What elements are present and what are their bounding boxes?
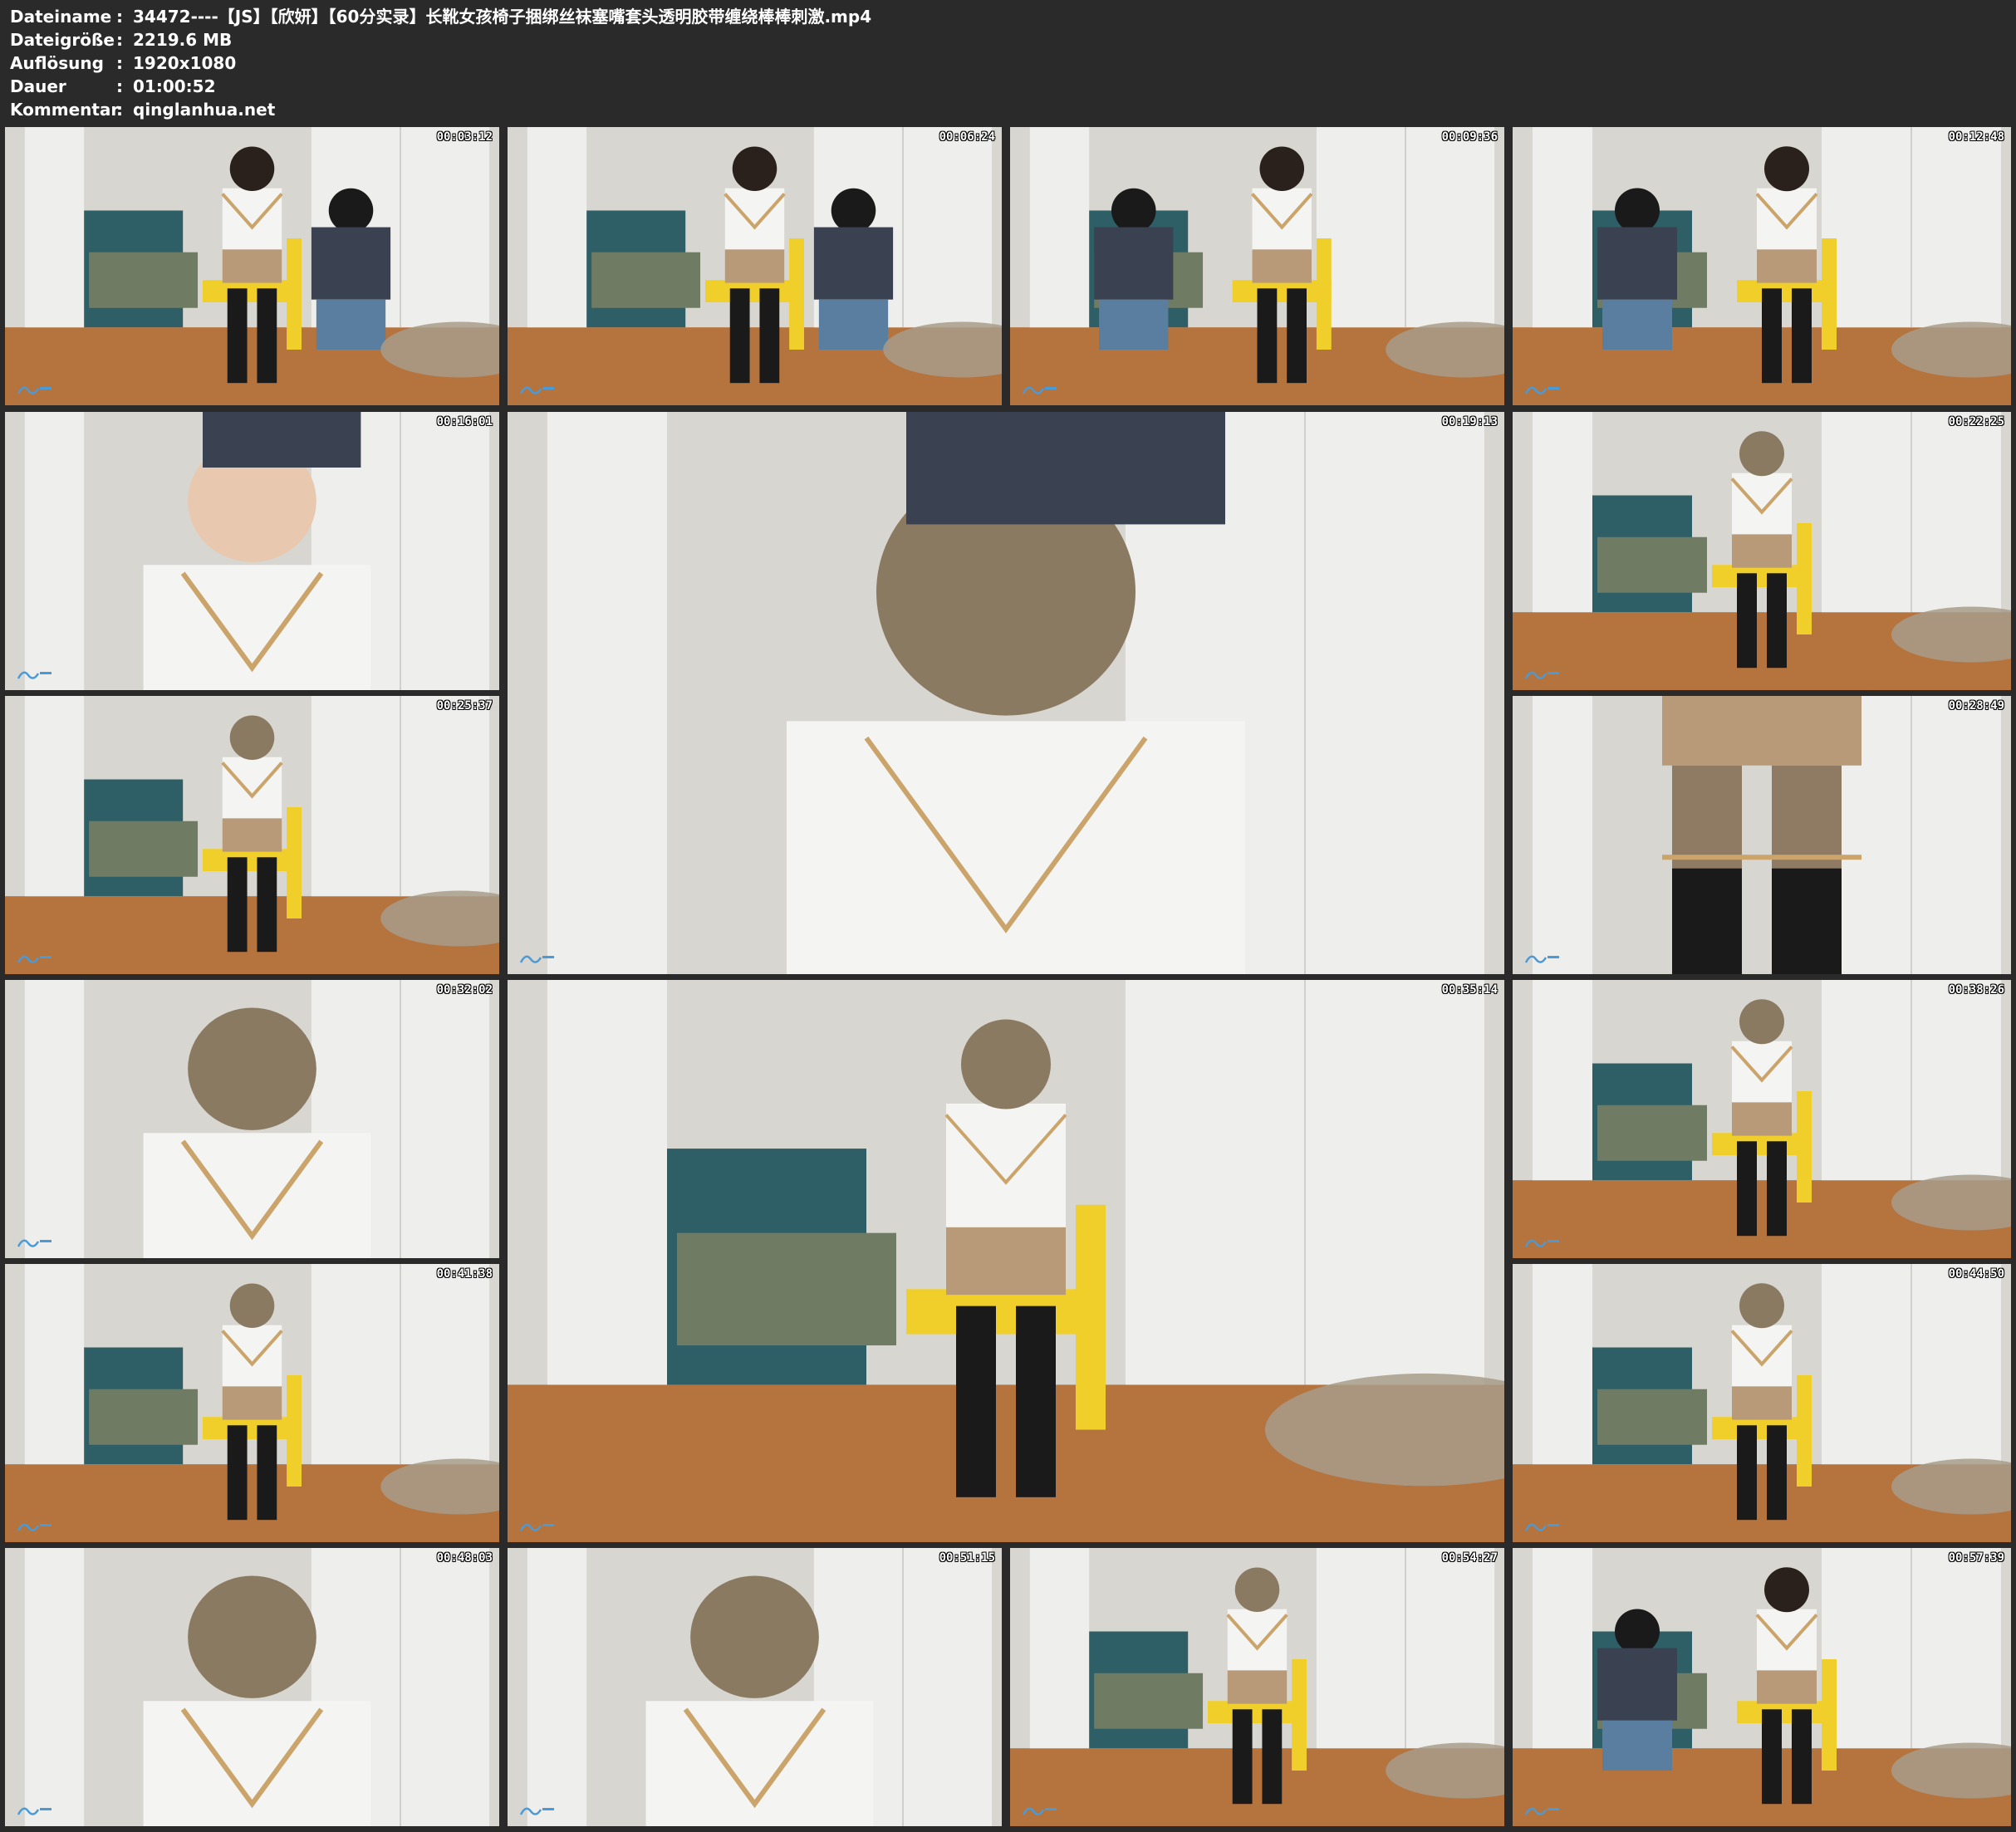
thumbnail-timestamp: 00:19:13 (1441, 415, 1498, 429)
thumbnail-frame-image (1513, 127, 2011, 405)
video-thumbnail[interactable]: 00:51:15 (508, 1548, 1002, 1826)
thumbnail-timestamp: 00:54:27 (1441, 1551, 1498, 1565)
watermark-logo-icon (1524, 1519, 1561, 1534)
watermark-logo-icon (1524, 1235, 1561, 1250)
video-thumbnail[interactable]: 00:03:12 (5, 127, 499, 405)
watermark-logo-icon (17, 951, 53, 966)
thumbnail-frame-image (5, 1264, 499, 1542)
thumbnail-frame-image (508, 412, 1504, 974)
watermark-logo-icon (17, 382, 53, 397)
watermark-logo-icon (519, 382, 556, 397)
thumbnail-timestamp: 00:51:15 (939, 1551, 995, 1565)
video-thumbnail[interactable]: 00:19:13 (508, 412, 1504, 974)
watermark-logo-icon (1022, 1803, 1058, 1818)
thumbnail-frame-image (1513, 696, 2011, 974)
watermark-logo-icon (17, 1235, 53, 1250)
watermark-logo-icon (17, 667, 53, 682)
thumbnail-frame-image (508, 980, 1504, 1542)
video-thumbnail[interactable]: 00:35:14 (508, 980, 1504, 1542)
thumbnail-frame-image (5, 127, 499, 405)
watermark-logo-icon (1524, 667, 1561, 682)
thumbnail-frame-image (508, 1548, 1002, 1826)
video-thumbnail[interactable]: 00:32:02 (5, 980, 499, 1258)
thumbnail-frame-image (508, 127, 1002, 405)
watermark-logo-icon (1524, 951, 1561, 966)
thumbnail-frame-image (5, 696, 499, 974)
thumbnail-frame-image (1513, 980, 2011, 1258)
watermark-logo-icon (1022, 382, 1058, 397)
thumbnail-frame-image (5, 980, 499, 1258)
thumbnail-timestamp: 00:22:25 (1948, 415, 2004, 429)
thumbnail-timestamp: 00:28:49 (1948, 699, 2004, 713)
watermark-logo-icon (1524, 1803, 1561, 1818)
thumbnail-timestamp: 00:44:50 (1948, 1267, 2004, 1281)
thumbnail-timestamp: 00:09:36 (1441, 130, 1498, 144)
thumbnail-timestamp: 00:12:48 (1948, 130, 2004, 144)
video-thumbnail[interactable]: 00:28:49 (1513, 696, 2011, 974)
thumbnail-timestamp: 00:48:03 (436, 1551, 493, 1565)
thumbnail-frame-image (5, 412, 499, 690)
thumbnail-timestamp: 00:35:14 (1441, 983, 1498, 997)
thumbnail-frame-image (1513, 1548, 2011, 1826)
thumbnail-timestamp: 00:57:39 (1948, 1551, 2004, 1565)
thumbnail-timestamp: 00:03:12 (436, 130, 493, 144)
thumbnail-frame-image (5, 1548, 499, 1826)
thumbnail-timestamp: 00:16:01 (436, 415, 493, 429)
video-thumbnail[interactable]: 00:54:27 (1010, 1548, 1504, 1826)
thumbnail-frame-image (1010, 127, 1504, 405)
video-thumbnail[interactable]: 00:44:50 (1513, 1264, 2011, 1542)
watermark-logo-icon (17, 1519, 53, 1534)
video-thumbnail[interactable]: 00:48:03 (5, 1548, 499, 1826)
thumbnail-frame-image (1010, 1548, 1504, 1826)
video-thumbnail[interactable]: 00:25:37 (5, 696, 499, 974)
watermark-logo-icon (519, 951, 556, 966)
thumbnail-grid: 00:03:12 00:06:24 00:09:36 00:12:48 00:16:01… (0, 0, 2016, 1832)
thumbnail-frame-image (1513, 1264, 2011, 1542)
video-thumbnail[interactable]: 00:16:01 (5, 412, 499, 690)
thumbnail-timestamp: 00:32:02 (436, 983, 493, 997)
watermark-logo-icon (1524, 382, 1561, 397)
thumbnail-timestamp: 00:38:26 (1948, 983, 2004, 997)
video-thumbnail[interactable]: 00:09:36 (1010, 127, 1504, 405)
watermark-logo-icon (519, 1519, 556, 1534)
thumbnail-timestamp: 00:25:37 (436, 699, 493, 713)
watermark-logo-icon (17, 1803, 53, 1818)
video-thumbnail[interactable]: 00:41:38 (5, 1264, 499, 1542)
video-thumbnail[interactable]: 00:38:26 (1513, 980, 2011, 1258)
thumbnail-timestamp: 00:41:38 (436, 1267, 493, 1281)
watermark-logo-icon (519, 1803, 556, 1818)
video-thumbnail[interactable]: 00:22:25 (1513, 412, 2011, 690)
video-thumbnail[interactable]: 00:57:39 (1513, 1548, 2011, 1826)
thumbnail-timestamp: 00:06:24 (939, 130, 995, 144)
video-thumbnail[interactable]: 00:06:24 (508, 127, 1002, 405)
video-thumbnail[interactable]: 00:12:48 (1513, 127, 2011, 405)
thumbnail-frame-image (1513, 412, 2011, 690)
